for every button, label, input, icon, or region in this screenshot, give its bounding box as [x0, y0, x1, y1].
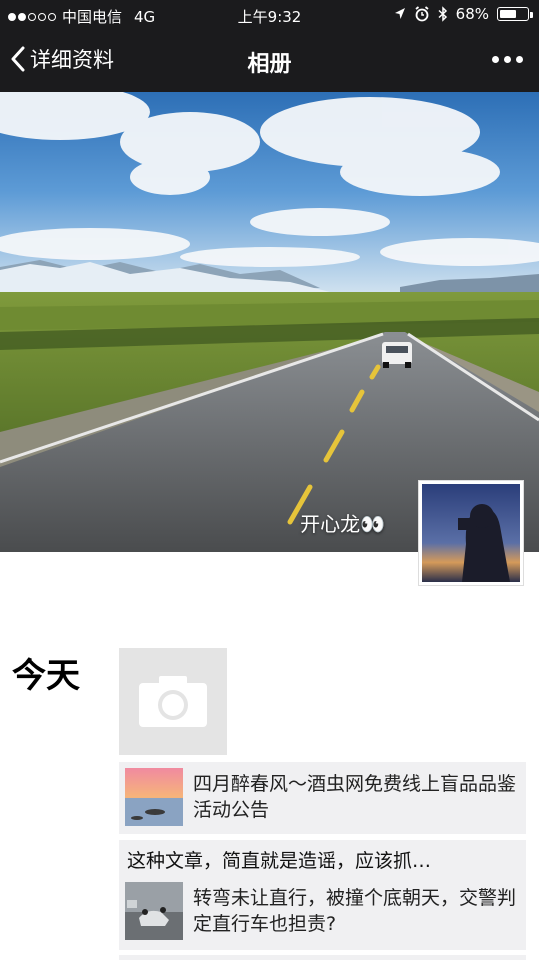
camera-icon: [139, 676, 207, 727]
car-accident-image: [125, 882, 183, 940]
next-post[interactable]: [119, 955, 526, 960]
alarm-clock-icon: [415, 6, 429, 22]
back-button[interactable]: 详细资料: [10, 44, 114, 74]
status-right: 68%: [394, 5, 533, 23]
chevron-left-icon: [11, 46, 25, 72]
share-thumbnail: [125, 882, 183, 940]
day-label: 今天: [12, 656, 80, 696]
location-arrow-icon: [394, 8, 405, 19]
bluetooth-icon: [438, 6, 447, 22]
back-label: 详细资料: [30, 48, 114, 72]
avatar-photo-image: [422, 484, 520, 582]
battery-level: [500, 10, 517, 18]
nav-bar: 详细资料 相册: [0, 30, 539, 92]
share-thumbnail: [125, 768, 183, 826]
sunset-lake-image: [125, 768, 183, 826]
share-card[interactable]: 转弯未让直行，被撞个底朝天，交警判定直行车也担责?: [119, 878, 526, 946]
battery-percent: 68%: [455, 5, 489, 23]
text-share-post[interactable]: 这种文章，简直就是造谣，应该抓… 转弯未让直行，被撞个底朝天，交警判定直行车也担…: [119, 840, 526, 950]
share-title: 四月醉春风～酒虫网免费线上盲品品鉴活动公告: [193, 773, 517, 821]
more-dots-icon[interactable]: [492, 56, 523, 63]
profile-nickname: 开心龙👀: [300, 512, 385, 536]
add-photo-button[interactable]: [119, 648, 227, 755]
status-bar: 中国电信 4G 上午9:32 68%: [0, 0, 539, 30]
share-title: 转弯未让直行，被撞个底朝天，交警判定直行车也担责?: [193, 887, 517, 935]
avatar[interactable]: [418, 480, 524, 586]
battery-icon: [497, 7, 533, 21]
post-text[interactable]: 这种文章，简直就是造谣，应该抓…: [119, 840, 526, 878]
shared-link-post[interactable]: 四月醉春风～酒虫网免费线上盲品品鉴活动公告: [119, 762, 526, 834]
share-card[interactable]: 四月醉春风～酒虫网免费线上盲品品鉴活动公告: [119, 762, 526, 832]
